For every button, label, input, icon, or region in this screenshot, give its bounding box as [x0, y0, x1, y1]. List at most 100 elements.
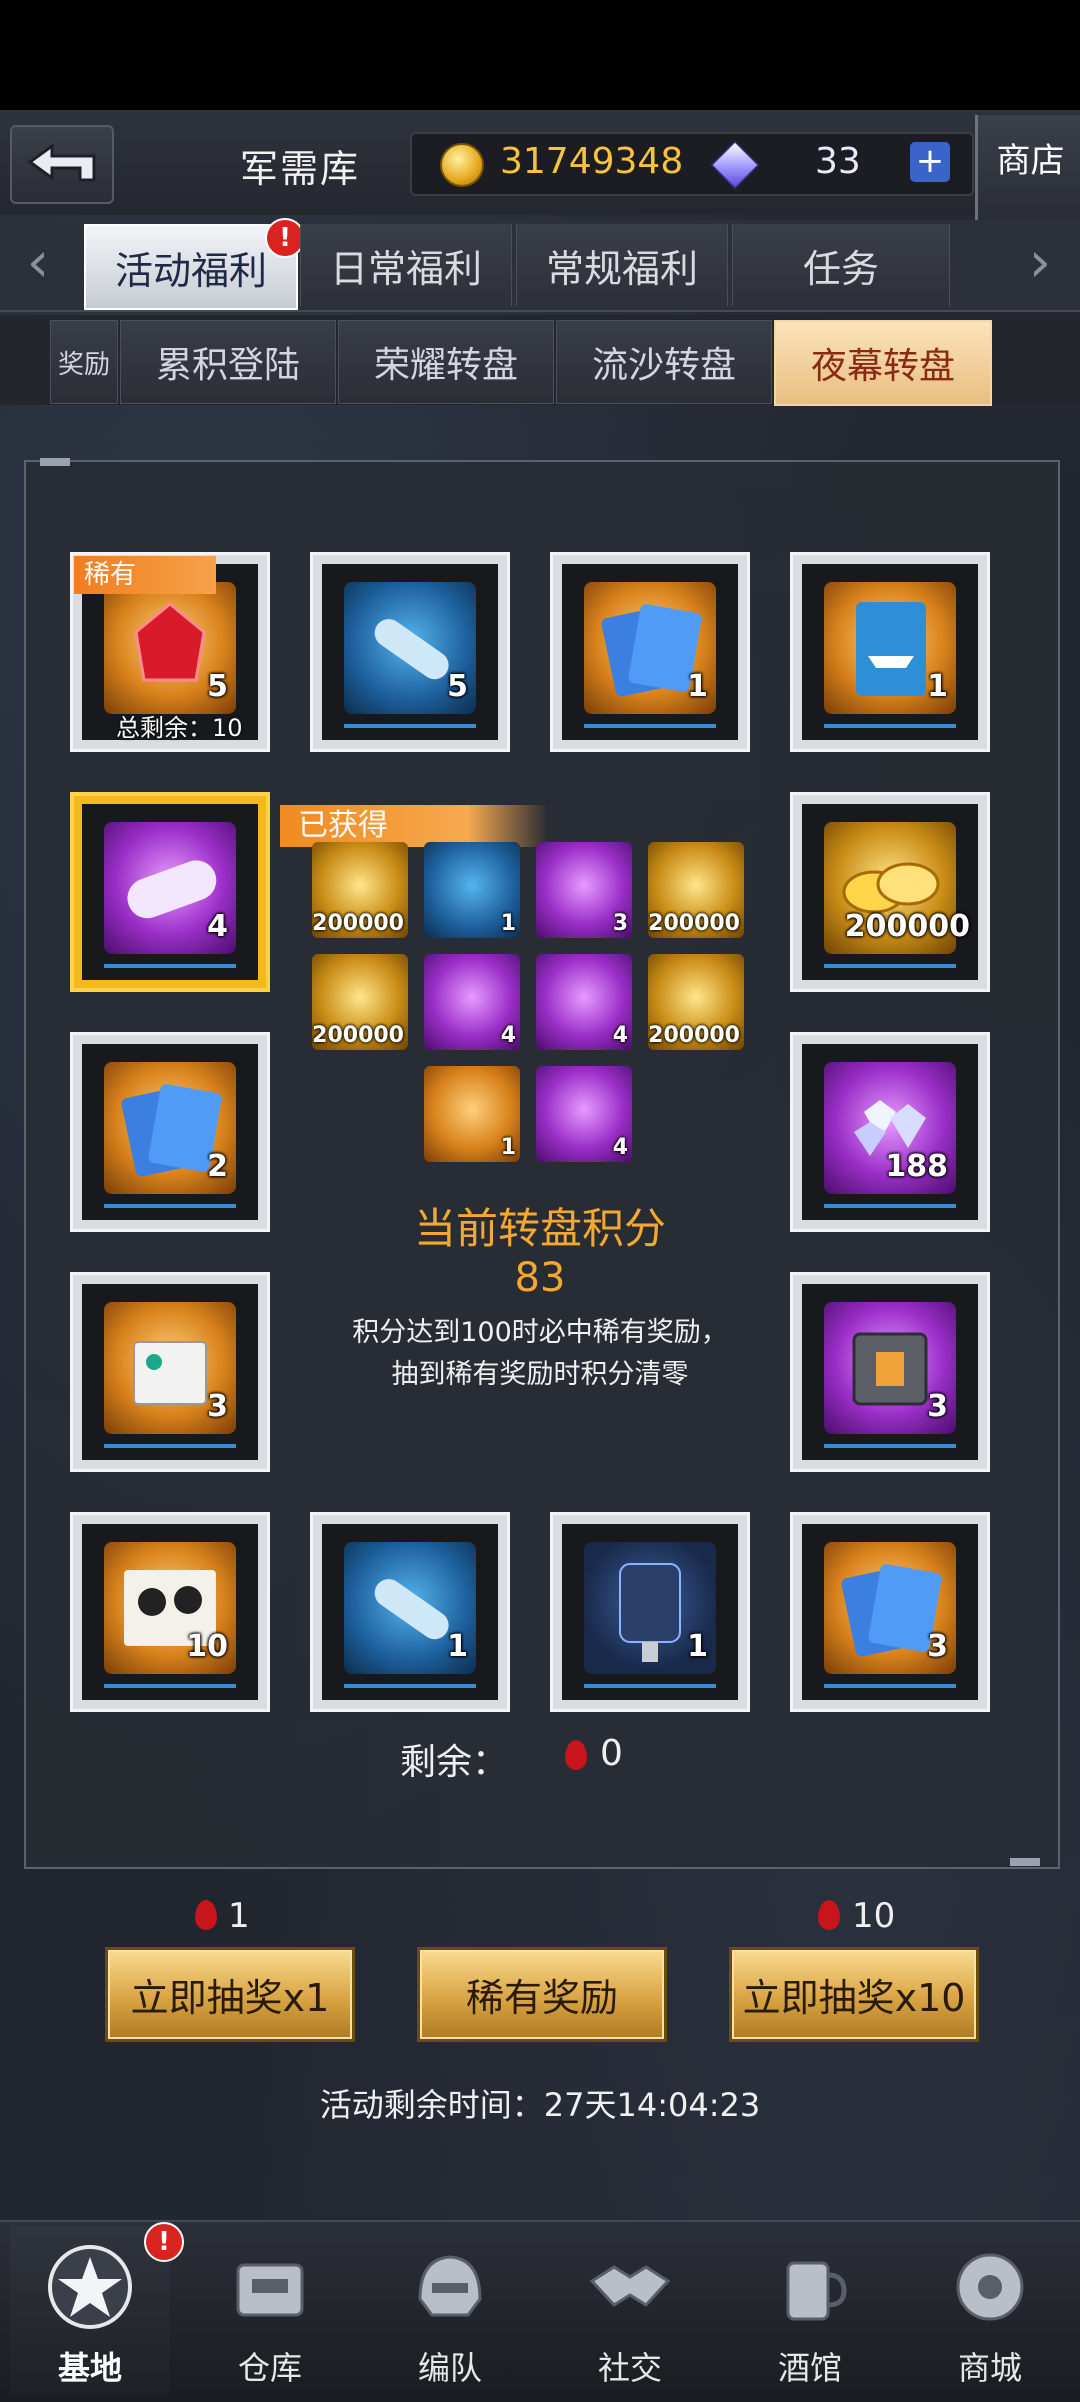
mini-quantity: 200000	[648, 911, 740, 936]
score-desc-line: 积分达到100时必中稀有奖励，	[352, 1317, 728, 1348]
gold-coins-icon: 200000	[648, 954, 744, 1050]
subtab-cumulative-login[interactable]: 累积登陆	[120, 320, 336, 404]
obtained-banner: 已获得	[280, 805, 548, 847]
ship-card-icon: 1	[424, 1066, 520, 1162]
mini-quantity: 4	[612, 1023, 628, 1048]
item-quantity: 5	[207, 669, 228, 704]
draw-ten-button[interactable]: 立即抽奖x10	[732, 1950, 976, 2039]
button-label: 立即抽奖x10	[742, 1976, 966, 2020]
wheel-item[interactable]: 1	[790, 552, 990, 752]
tile-inner: 1	[322, 1524, 498, 1700]
gem-count: 33	[815, 141, 861, 182]
mini-quantity: 200000	[312, 1023, 404, 1048]
add-gems-button[interactable]: +	[910, 142, 950, 182]
draw-once-button[interactable]: 立即抽奖x1	[108, 1950, 352, 2039]
wheel-item[interactable]: 200000	[790, 792, 990, 992]
purple-capsule-icon: 4	[536, 954, 632, 1050]
nav-social[interactable]: 社交	[550, 2225, 710, 2395]
tile-bar	[824, 724, 956, 728]
nav-formation[interactable]: 编队	[370, 2225, 530, 2395]
wheel-score-title: 当前转盘积分	[413, 1204, 666, 1253]
tile-bar	[104, 1684, 236, 1688]
item-quantity: 4	[207, 909, 228, 944]
wheel-item-selected[interactable]: 4	[70, 792, 270, 992]
handshake-icon	[589, 2265, 671, 2307]
panel-corner-decoration	[1010, 1858, 1040, 1866]
draw-once-cost: 1	[228, 1896, 250, 1936]
blood-drop-icon	[818, 1900, 840, 1930]
subtab-label: 荣耀转盘	[373, 345, 518, 386]
tile-bar	[104, 964, 236, 968]
tile-bar	[584, 1684, 716, 1688]
page-title: 军需库	[240, 147, 361, 191]
helmet-icon	[418, 2255, 482, 2317]
wheel-score-value: 83	[514, 1255, 566, 1301]
nav-mall[interactable]: 商城	[910, 2225, 1070, 2395]
remaining-value: 0	[600, 1733, 623, 1774]
subtab-sand-wheel[interactable]: 流沙转盘	[556, 320, 772, 404]
tab-label: 常规福利	[545, 246, 698, 291]
tabs-right-arrow-icon[interactable]: ›	[1020, 235, 1060, 295]
mini-quantity: 200000	[312, 911, 404, 936]
tile-bar	[104, 1444, 236, 1448]
wheel-item[interactable]: 3	[790, 1512, 990, 1712]
wheel-item[interactable]: 5	[310, 552, 510, 752]
subtab-label: 累积登陆	[155, 345, 300, 386]
tile-bar	[344, 1684, 476, 1688]
back-button[interactable]	[10, 125, 114, 204]
blood-drop-icon	[565, 1740, 587, 1770]
button-label: 稀有奖励	[465, 1976, 618, 2020]
status-bar	[0, 0, 1080, 110]
subtab-glory-wheel[interactable]: 荣耀转盘	[338, 320, 554, 404]
shop-button[interactable]: 商店	[975, 115, 1080, 220]
tabs-left-arrow-icon[interactable]: ‹	[18, 235, 58, 295]
rare-reward-button[interactable]: 稀有奖励	[420, 1950, 664, 2039]
tab-daily-welfare[interactable]: 日常福利	[300, 224, 512, 306]
button-label: 立即抽奖x1	[130, 1976, 330, 2020]
tile-inner: 5	[322, 564, 498, 740]
score-desc-line: 抽到稀有奖励时积分清零	[391, 1359, 689, 1390]
item-quantity: 2	[207, 1149, 228, 1184]
tab-label: 活动福利	[114, 248, 267, 293]
item-quantity: 5	[447, 669, 468, 704]
total-remaining: 总剩余：10	[116, 714, 243, 742]
nav-label: 仓库	[237, 2349, 302, 2387]
purple-capsule-icon: 4	[424, 954, 520, 1050]
tile-inner: 200000	[802, 804, 978, 980]
item-quantity: 1	[687, 1629, 708, 1664]
tab-regular-welfare[interactable]: 常规福利	[516, 224, 728, 306]
nav-warehouse[interactable]: 仓库	[190, 2225, 350, 2395]
gold-coins-icon: 200000	[648, 842, 744, 938]
shop-label: 商店	[996, 141, 1065, 181]
coin-icon	[440, 143, 484, 187]
wheel-item[interactable]: 1	[310, 1512, 510, 1712]
mini-quantity: 3	[612, 911, 628, 936]
tab-tasks[interactable]: 任务	[732, 224, 950, 306]
tile-inner: 188	[802, 1044, 978, 1220]
tile-inner: 4	[82, 804, 258, 980]
wheel-item[interactable]: 1	[550, 1512, 750, 1712]
blood-drop-icon	[195, 1900, 217, 1930]
subtab-night-wheel[interactable]: 夜幕转盘	[774, 320, 992, 406]
tile-bar	[824, 964, 956, 968]
tile-inner: 2	[82, 1044, 258, 1220]
resource-bar	[410, 132, 974, 196]
subtab-label: 夜幕转盘	[810, 346, 955, 387]
tile-bar	[824, 1444, 956, 1448]
tile-inner: 1	[562, 564, 738, 740]
blue-tube-icon: 1	[424, 842, 520, 938]
subtab-label: 奖励	[57, 349, 110, 380]
wheel-item-rare-crystal[interactable]: 5 总剩余：10 稀有	[70, 552, 270, 752]
mall-orb-icon	[956, 2253, 1024, 2321]
subtab-rewards[interactable]: 奖励	[50, 320, 118, 404]
wheel-item[interactable]: 1	[550, 552, 750, 752]
nav-label: 社交	[597, 2349, 662, 2387]
item-quantity: 1	[927, 669, 948, 704]
warehouse-icon	[236, 2263, 304, 2317]
subtab-label: 流沙转盘	[591, 345, 736, 386]
panel-corner-decoration	[40, 458, 70, 466]
nav-label: 酒馆	[777, 2349, 842, 2387]
item-quantity: 1	[447, 1629, 468, 1664]
nav-tavern[interactable]: 酒馆	[730, 2225, 890, 2395]
wheel-item[interactable]: 10	[70, 1512, 270, 1712]
